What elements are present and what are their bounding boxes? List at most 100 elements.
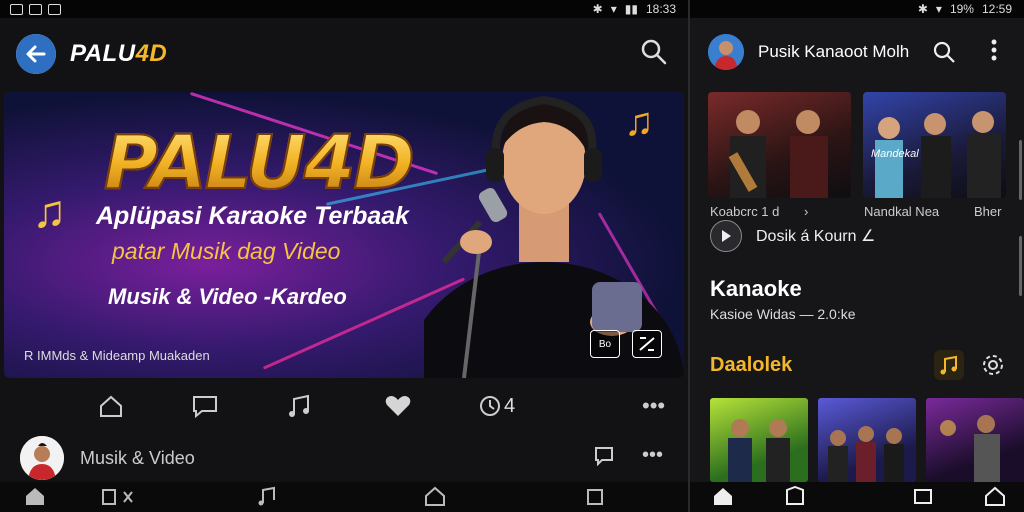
band-image — [728, 110, 828, 198]
comment-icon — [193, 396, 217, 418]
home-action-button[interactable] — [98, 394, 124, 418]
section-subtitle: Kasioe Widas — 2.0:ke — [710, 306, 856, 322]
video-thumbnail[interactable]: Mandekal — [863, 92, 1006, 198]
wifi-icon: ▾ — [610, 2, 617, 16]
video-thumbnail[interactable] — [926, 398, 1024, 482]
thumbnail-caption: Koabcrc 1 d — [710, 204, 780, 219]
side-title: Pusik Kanaoot Molh — [758, 42, 910, 61]
shorts-icon — [102, 489, 133, 505]
nav-home[interactable] — [712, 486, 734, 506]
channel-more-button[interactable]: ••• — [642, 444, 663, 467]
calendar-icon — [48, 3, 61, 15]
settings-button[interactable] — [978, 350, 1008, 380]
side-menu-button[interactable]: • • • — [990, 33, 998, 67]
side-search-button[interactable] — [932, 40, 956, 69]
band-image — [940, 415, 1000, 482]
chevron-right-icon[interactable]: › — [804, 204, 808, 219]
chip-label: Dosik á Kourn ∠ — [756, 228, 876, 245]
scrollbar[interactable] — [1019, 236, 1022, 296]
signal-icon: ▮▮ — [624, 2, 638, 16]
side-bottom-nav — [690, 482, 1024, 512]
side-pane: ✱ ▾ 19% 12:59 Pusik Kanaoot Molh • • • M… — [690, 0, 1024, 512]
status-time: 12:59 — [981, 2, 1012, 16]
nav-explore[interactable] — [784, 486, 806, 506]
search-button[interactable] — [640, 38, 668, 71]
main-pane: ✱ ▾ ▮▮ 18:33 PALU4D ♫ ♫ PALU4D Aplüpasi — [0, 0, 688, 512]
search-icon — [641, 39, 667, 64]
hero-subtitle: Aplüpasi Karaoke Terbaak — [96, 202, 410, 230]
status-bar: ✱ ▾ 19% 12:59 — [690, 0, 1024, 18]
app-title: PALU4D — [70, 40, 168, 67]
search-icon — [933, 41, 955, 63]
hero-title: PALU4D — [103, 119, 416, 207]
save-button[interactable] — [594, 446, 614, 471]
fullscreen-icon — [639, 337, 655, 351]
comment-icon — [595, 447, 613, 467]
hero-caption: Musik & Video -Kardeo — [108, 284, 347, 309]
gallery-icon — [10, 3, 23, 15]
avatar[interactable] — [20, 436, 64, 480]
fullscreen-button[interactable] — [632, 330, 662, 358]
status-time: 18:33 — [645, 2, 676, 16]
scrollbar[interactable] — [1019, 140, 1022, 200]
section-title: Kanaoke — [710, 276, 802, 301]
bottom-nav — [0, 482, 688, 512]
video-thumbnails-row — [710, 398, 1024, 482]
comment-button[interactable] — [192, 394, 218, 418]
playlist-button[interactable] — [286, 394, 312, 418]
nav-profile[interactable] — [584, 486, 606, 506]
nav-profile[interactable] — [984, 486, 1006, 506]
subtitles-badge[interactable]: Bo — [590, 330, 620, 358]
more-options-button[interactable]: ••• — [642, 393, 665, 419]
hero-tagline: patar Musik dag Video — [112, 238, 341, 264]
status-bar: ✱ ▾ ▮▮ 18:33 — [0, 0, 688, 18]
explore-icon — [786, 486, 804, 505]
band-image — [875, 111, 1001, 198]
views-button[interactable]: 4 — [478, 394, 515, 418]
back-button[interactable] — [16, 34, 56, 74]
thumbnail-caption: Bher — [974, 204, 1002, 219]
action-row: 4 ••• — [0, 386, 688, 426]
video-thumbnail[interactable] — [710, 398, 808, 482]
nav-home[interactable] — [24, 486, 46, 506]
heart-icon — [385, 396, 411, 416]
square-icon — [587, 489, 603, 505]
channel-avatar-image — [20, 436, 64, 480]
video-thumbnail[interactable] — [818, 398, 916, 482]
music-note-icon — [940, 355, 957, 375]
video-thumbnails: Mandekal — [708, 92, 1008, 198]
bluetooth-icon: ✱ — [592, 2, 603, 16]
thumbnail-overlay-text: Mandekal — [871, 148, 919, 160]
nav-music[interactable] — [256, 486, 278, 506]
home-icon — [26, 488, 44, 505]
history-icon — [480, 396, 500, 416]
video-thumbnail[interactable] — [708, 92, 851, 198]
profile-avatar-image — [708, 34, 744, 70]
music-icon — [258, 486, 275, 506]
nav-library[interactable] — [424, 486, 446, 506]
library-icon — [425, 486, 445, 506]
thumbnail-caption: Nandkal Nea — [864, 204, 940, 219]
music-note-icon — [289, 394, 309, 417]
playlist-chip[interactable]: Dosik á Kourn ∠ — [710, 220, 875, 252]
channel-row: Musik & Video ••• — [0, 434, 688, 480]
vertical-dots-icon: • • • — [990, 32, 998, 68]
add-music-button[interactable] — [934, 350, 964, 380]
home-outline-icon — [985, 486, 1005, 506]
nav-library[interactable] — [912, 486, 934, 506]
avatar[interactable] — [708, 34, 744, 70]
home-icon — [100, 395, 122, 417]
band-image — [728, 419, 790, 482]
channel-name[interactable]: Musik & Video — [80, 448, 195, 469]
hero-banner[interactable]: ♫ ♫ PALU4D Aplüpasi Karaoke Terbaak pata… — [4, 92, 684, 378]
band-image — [828, 426, 904, 482]
more-icon: ••• — [642, 444, 664, 466]
home-icon — [714, 488, 732, 505]
gear-icon — [983, 355, 1003, 375]
notification-icon — [29, 3, 42, 15]
battery-text: 19% — [949, 2, 974, 16]
nav-shorts[interactable] — [100, 486, 138, 506]
like-button[interactable] — [384, 394, 412, 418]
hero-footer: R IMMds & Mideamp Muakaden — [24, 348, 210, 363]
play-circle-icon — [710, 220, 742, 252]
